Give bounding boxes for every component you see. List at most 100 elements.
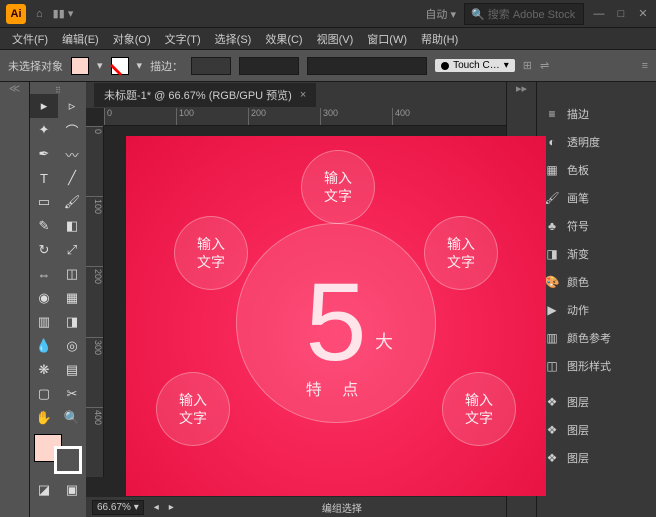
graphic-styles-icon: ◫ [545,359,559,373]
symbol-sprayer-tool[interactable]: ❋ [30,358,58,382]
style-dropdown[interactable] [307,57,427,75]
bubble-left-lower[interactable]: 输入文字 [156,372,230,446]
bubble-right-lower[interactable]: 输入文字 [442,372,516,446]
bubble-top[interactable]: 输入文字 [301,150,375,224]
stroke-swatch[interactable] [111,57,129,75]
panel-symbols[interactable]: ♣符号 [537,212,656,240]
menu-view[interactable]: 视图(V) [311,29,360,49]
layers-icon: ❖ [545,451,559,465]
menu-file[interactable]: 文件(F) [6,29,54,49]
eraser-tool[interactable]: ◧ [58,214,86,238]
menu-edit[interactable]: 编辑(E) [56,29,105,49]
color-guide-icon: ▥ [545,331,559,345]
app-logo: Ai [6,4,26,24]
magic-wand-tool[interactable]: ✦ [30,118,58,142]
ruler-vertical: 0100200300400 [86,126,104,477]
menu-window[interactable]: 窗口(W) [361,29,413,49]
symbols-icon: ♣ [545,219,559,233]
perspective-tool[interactable]: ▦ [58,286,86,310]
maximize-button[interactable]: □ [614,7,628,21]
width-tool[interactable]: ⇔ [30,262,58,286]
toolbar-grip[interactable]: ⠿ [30,86,86,94]
panel-graphic-styles[interactable]: ◫图形样式 [537,352,656,380]
bubble-right-upper[interactable]: 输入文字 [424,216,498,290]
color-icon: 🎨 [545,275,559,289]
pen-tool[interactable]: ✒ [30,142,58,166]
big-bottom-text: 特 点 [306,376,366,400]
panel-stroke[interactable]: ≡描边 [537,100,656,128]
menu-help[interactable]: 帮助(H) [415,29,464,49]
more-options-icon[interactable]: ≡ [642,60,648,72]
nav-next-icon[interactable]: ▸ [169,502,174,513]
close-button[interactable]: ✕ [636,7,650,21]
canvas-viewport[interactable]: 0100200300400 0100200300400 5 大 特 点 输入文字… [86,108,506,497]
panel-transparency[interactable]: ◐透明度 [537,128,656,156]
selection-tool[interactable]: ▸ [30,94,58,118]
auto-dropdown[interactable]: 自动 ▾ [425,6,456,22]
transform-icon[interactable]: ⇌ [540,59,549,72]
graph-tool[interactable]: ▤ [58,358,86,382]
panel-layers-2[interactable]: ❖图层 [537,416,656,444]
artboard-tool[interactable]: ▢ [30,382,58,406]
align-icon[interactable]: ⊞ [523,59,532,72]
panel-color[interactable]: 🎨颜色 [537,268,656,296]
brush-dropdown[interactable] [239,57,299,75]
fill-dropdown-icon[interactable]: ▾ [97,59,103,72]
panel-color-guide[interactable]: ▥颜色参考 [537,324,656,352]
artboard[interactable]: 5 大 特 点 输入文字 输入文字 输入文字 输入文字 输入文字 [126,136,546,496]
stroke-label: 描边： [150,58,183,74]
minimize-button[interactable]: — [592,7,606,21]
stroke-dropdown-icon[interactable]: ▾ [137,59,143,72]
menu-effect[interactable]: 效果(C) [259,29,308,49]
touch-type-tool[interactable]: Touch C…▾ [435,59,515,72]
bubble-left-upper[interactable]: 输入文字 [174,216,248,290]
document-tab[interactable]: 未标题-1* @ 66.67% (RGB/GPU 预览) × [94,83,316,107]
paintbrush-tool[interactable]: 🖌 [58,190,86,214]
home-icon[interactable]: ⌂ [36,8,43,20]
eyedropper-tool[interactable]: 💧 [30,334,58,358]
shaper-tool[interactable]: ✎ [30,214,58,238]
stroke-width-input[interactable] [191,57,231,75]
rectangle-tool[interactable]: ▭ [30,190,58,214]
line-tool[interactable]: ╱ [58,166,86,190]
menu-type[interactable]: 文字(T) [159,29,207,49]
type-tool[interactable]: T [30,166,58,190]
menu-select[interactable]: 选择(S) [209,29,258,49]
gradient-tool[interactable]: ◨ [58,310,86,334]
menu-object[interactable]: 对象(O) [107,29,157,49]
zoom-tool[interactable]: 🔍 [58,406,86,430]
slice-tool[interactable]: ✂ [58,382,86,406]
rotate-tool[interactable]: ↻ [30,238,58,262]
direct-selection-tool[interactable]: ▹ [58,94,86,118]
arrange-icon[interactable]: ▮▮ ▾ [53,7,74,20]
scale-tool[interactable]: ⤢ [58,238,86,262]
lasso-tool[interactable]: ⌒ [58,118,86,142]
fill-stroke-selector[interactable] [34,434,82,474]
hand-tool[interactable]: ✋ [30,406,58,430]
color-mode[interactable]: ◪ [30,478,58,502]
tab-close-icon[interactable]: × [300,89,306,101]
layers-icon: ❖ [545,395,559,409]
gradient-icon: ◨ [545,247,559,261]
blend-tool[interactable]: ◎ [58,334,86,358]
panel-brushes[interactable]: 🖌画笔 [537,184,656,212]
panel-layers-3[interactable]: ❖图层 [537,444,656,472]
panel-actions[interactable]: ▶动作 [537,296,656,324]
free-transform-tool[interactable]: ◫ [58,262,86,286]
main-circle[interactable]: 5 大 特 点 [236,223,436,423]
options-bar: 未选择对象 ▾ ▾ 描边： Touch C…▾ ⊞ ⇌ ≡ [0,50,656,82]
panel-layers-1[interactable]: ❖图层 [537,388,656,416]
mesh-tool[interactable]: ▥ [30,310,58,334]
search-input[interactable]: 🔍 搜索 Adobe Stock [464,3,584,25]
curvature-tool[interactable]: 〰 [58,142,86,166]
panels-dock: ≡描边 ◐透明度 ▦色板 🖌画笔 ♣符号 ◨渐变 🎨颜色 ▶动作 ▥颜色参考 ◫… [536,82,656,517]
fill-swatch[interactable] [71,57,89,75]
panel-swatches[interactable]: ▦色板 [537,156,656,184]
swatches-icon: ▦ [545,163,559,177]
screen-mode[interactable]: ▣ [58,478,86,502]
zoom-level[interactable]: 66.67% ▾ [92,500,144,515]
nav-prev-icon[interactable]: ◂ [154,502,159,513]
panel-gradient[interactable]: ◨渐变 [537,240,656,268]
transparency-icon: ◐ [545,135,559,149]
shape-builder-tool[interactable]: ◉ [30,286,58,310]
